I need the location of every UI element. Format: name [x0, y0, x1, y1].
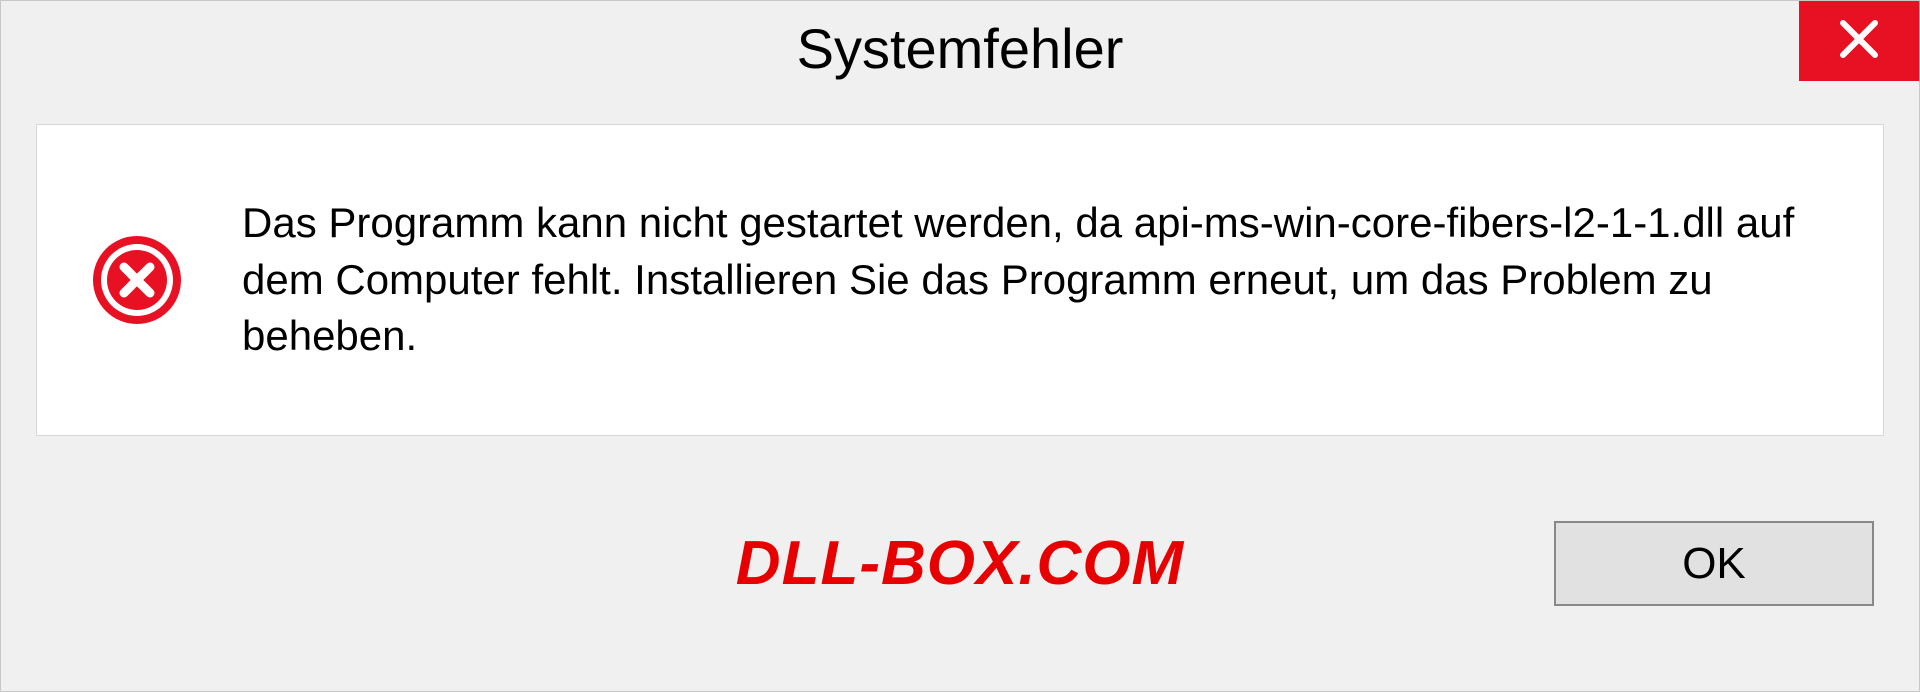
dialog-title: Systemfehler [797, 16, 1124, 81]
close-icon [1837, 17, 1881, 66]
error-icon [92, 235, 182, 325]
dialog-content: Das Programm kann nicht gestartet werden… [36, 124, 1884, 436]
error-dialog: Systemfehler Das Programm kann nicht ges… [0, 0, 1920, 692]
ok-button[interactable]: OK [1554, 521, 1874, 606]
error-message: Das Programm kann nicht gestartet werden… [242, 195, 1833, 365]
close-button[interactable] [1799, 1, 1919, 81]
watermark-text: DLL-BOX.COM [736, 528, 1184, 599]
dialog-footer: DLL-BOX.COM OK [1, 436, 1919, 691]
titlebar: Systemfehler [1, 1, 1919, 96]
ok-button-label: OK [1682, 539, 1746, 589]
